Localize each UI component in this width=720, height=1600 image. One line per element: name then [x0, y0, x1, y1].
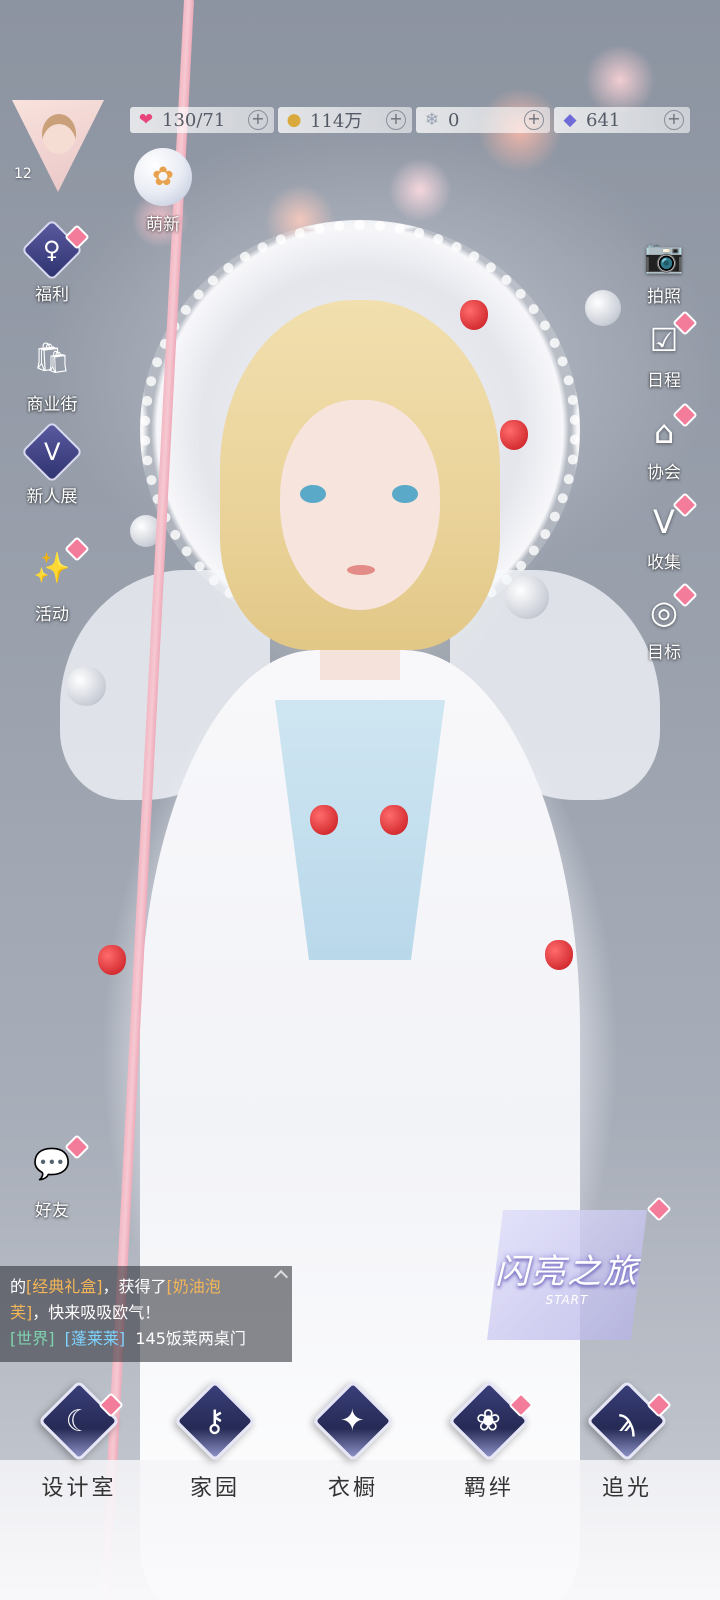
cherry-decoration [310, 805, 338, 835]
character-eye-left [300, 485, 326, 503]
key-icon: ⚷ [173, 1379, 257, 1463]
chat-item-link[interactable]: [奶油泡 [167, 1277, 221, 1296]
chat-sender-name[interactable]: [蓬莱莱] [65, 1329, 126, 1348]
resource-crystal[interactable]: ❄ 0 + [416, 107, 550, 133]
event-button[interactable]: ✨ 活动 [12, 536, 92, 625]
bond-label: 羁绊 [463, 1476, 514, 1501]
diamond-value: 641 [586, 109, 621, 131]
association-label: 协会 [647, 463, 681, 483]
world-chat-panel[interactable]: 的[经典礼盒]，获得了[奶油泡 芙]，快来吸吸欧气！ [世界] [蓬莱莱] 14… [0, 1266, 292, 1362]
welfare-label: 福利 [35, 285, 69, 305]
homeland-button[interactable]: ⚷ 家园 [160, 1379, 270, 1502]
bond-button[interactable]: ❀ 羁绊 [434, 1379, 544, 1502]
newbie-event-button[interactable]: ✿ 萌新 [130, 148, 196, 248]
chat-text: 的 [10, 1277, 27, 1296]
butterfly-icon: ϡ [585, 1379, 669, 1463]
pearl-decoration [505, 575, 549, 619]
photo-label: 拍照 [647, 287, 681, 307]
chase-light-label: 追光 [601, 1476, 652, 1501]
design-studio-button[interactable]: ☾ 设计室 [24, 1379, 134, 1502]
welfare-button[interactable]: ♀ 福利 [12, 218, 92, 305]
shining-journey-title: 闪亮之旅 [495, 1251, 639, 1292]
wardrobe-label: 衣橱 [327, 1476, 378, 1501]
schedule-button[interactable]: ☑ 日程 [624, 310, 704, 391]
resource-diamond[interactable]: ◆ 641 + [554, 107, 690, 133]
newbie-label: 萌新 [146, 215, 180, 235]
stamina-value: 130/71 [162, 109, 226, 131]
newcomer-exhibition-button[interactable]: V 新人展 [12, 420, 92, 507]
strawberry-decoration [98, 945, 126, 975]
collection-button[interactable]: V 收集 [624, 492, 704, 573]
butterfly-bubble-icon: ✿ [134, 148, 192, 206]
collection-label: 收集 [647, 553, 681, 573]
add-stamina-button[interactable]: + [248, 110, 268, 130]
photo-button[interactable]: 📷 拍照 [624, 234, 704, 307]
resource-gold[interactable]: ● 114万 + [278, 107, 412, 133]
chat-item-link[interactable]: 芙] [10, 1303, 32, 1322]
player-level: 12 [14, 166, 32, 182]
association-button[interactable]: ⌂ 协会 [624, 402, 704, 483]
event-label: 活动 [35, 605, 69, 625]
cherry-decoration [380, 805, 408, 835]
shopping-street-button[interactable]: 🛍 商业街 [12, 330, 92, 416]
crystal-value: 0 [448, 109, 460, 131]
schedule-label: 日程 [647, 371, 681, 391]
chat-text: ，快来吸吸欧气！ [32, 1303, 161, 1322]
add-crystal-button[interactable]: + [524, 110, 544, 130]
chat-message-system-cont: 芙]，快来吸吸欧气！ [10, 1300, 282, 1326]
strawberry-decoration [545, 940, 573, 970]
chat-message-system: 的[经典礼盒]，获得了[奶油泡 [10, 1274, 282, 1300]
strawberry-decoration [460, 300, 488, 330]
newcomer-exhibition-label: 新人展 [26, 487, 78, 507]
wardrobe-button[interactable]: ✦ 衣橱 [298, 1379, 408, 1502]
chat-message-world: [世界] [蓬莱莱] 145饭菜两桌门 [10, 1326, 282, 1352]
homeland-label: 家园 [189, 1476, 240, 1501]
shining-journey-button[interactable]: 闪亮之旅 START [487, 1210, 647, 1340]
chat-message-text: 145饭菜两桌门 [135, 1329, 246, 1348]
character-lips [347, 565, 375, 575]
pearl-decoration [66, 666, 106, 706]
design-studio-label: 设计室 [41, 1476, 117, 1501]
strawberry-decoration [500, 420, 528, 450]
character-eye-right [392, 485, 418, 503]
trophy-v-icon: V [20, 420, 84, 484]
add-diamond-button[interactable]: + [664, 110, 684, 130]
friends-label: 好友 [35, 1201, 69, 1221]
chase-light-button[interactable]: ϡ 追光 [572, 1379, 682, 1502]
moon-icon: ☾ [37, 1379, 121, 1463]
shining-journey-subtitle: START [545, 1292, 589, 1307]
gold-value: 114万 [310, 111, 363, 132]
goal-button[interactable]: ◎ 目标 [624, 582, 704, 663]
chat-channel-tag: [世界] [10, 1329, 55, 1348]
camera-icon: 📷 [644, 237, 684, 275]
add-gold-button[interactable]: + [386, 110, 406, 130]
chat-text: ，获得了 [102, 1277, 167, 1296]
avatar-portrait [42, 114, 76, 154]
friends-button[interactable]: 💬 好友 [12, 1134, 92, 1221]
crystal-icon: ❄ [424, 110, 440, 130]
diamond-icon: ◆ [563, 110, 577, 130]
gold-coin-icon: ● [286, 110, 302, 130]
character-face [280, 400, 440, 610]
heart-gem-icon: ❤ [138, 110, 154, 130]
resource-bar: ❤ 130/71 + ● 114万 + ❄ 0 + ◆ 641 + [130, 107, 690, 133]
shopping-street-label: 商业街 [26, 395, 78, 415]
gem-icon: ✦ [311, 1379, 395, 1463]
chat-item-link[interactable]: [经典礼盒] [26, 1277, 103, 1296]
pearl-decoration [585, 290, 621, 326]
shopping-bag-icon: 🛍 [32, 340, 72, 376]
goal-label: 目标 [647, 643, 681, 663]
resource-stamina[interactable]: ❤ 130/71 + [130, 107, 274, 133]
flower-icon: ❀ [447, 1379, 531, 1463]
